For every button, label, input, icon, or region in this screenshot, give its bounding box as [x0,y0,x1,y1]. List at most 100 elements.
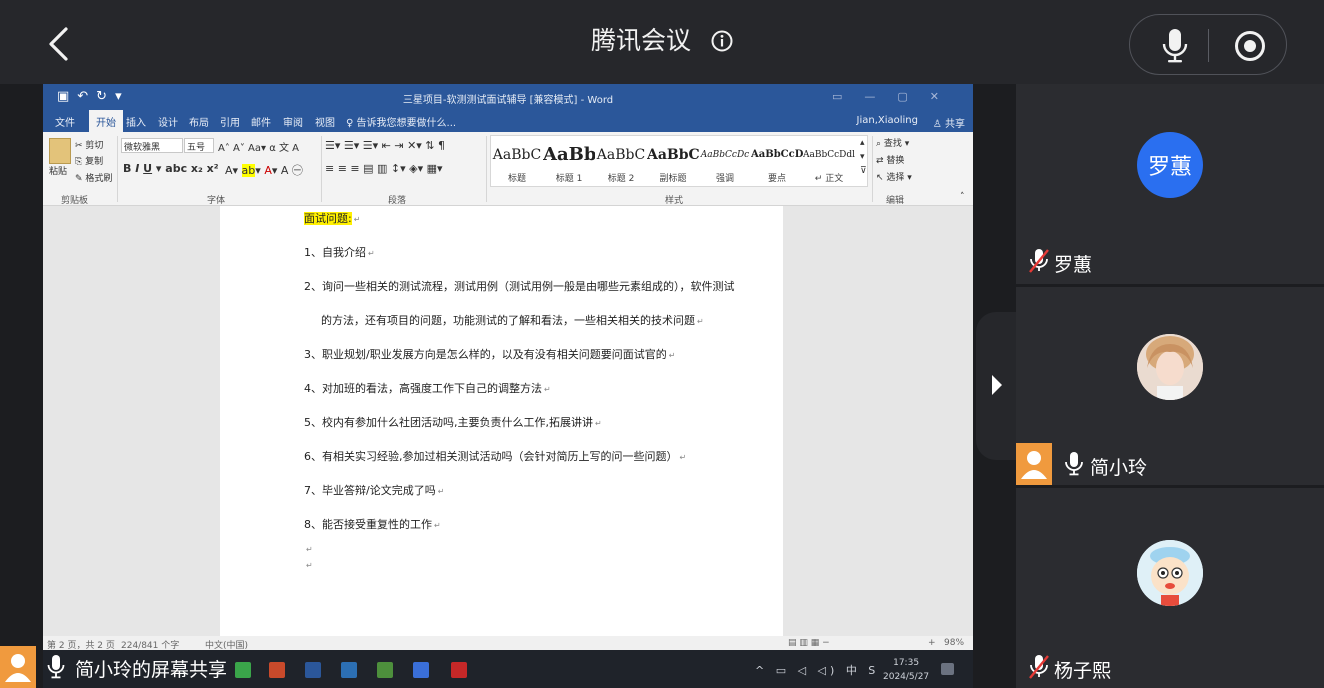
replace-button[interactable]: ⇄ 替换 [876,153,904,166]
panel-toggle[interactable] [976,312,1016,460]
microphone-icon [47,655,65,679]
font-size-grow-shrink-icons[interactable]: A˄ A˅ Aa▾ ⍺ 文 A [218,139,299,154]
shared-screen: ▣↶↻▾ 三星项目-软测测试面试辅导 [兼容模式] - Word ▭—▢✕ 文件… [43,84,973,650]
styles-group-label: 样式 [665,196,684,206]
font-size-select[interactable]: 五号 [184,138,214,153]
collapse-ribbon-icon[interactable]: ˄ [960,192,965,202]
tab-mailings[interactable]: 邮件 [251,114,271,129]
ribbon-tabs: 文件 开始 插入 设计 布局 引用 邮件 审阅 视图 ♀ 告诉我您想要做什么..… [43,110,973,132]
person-icon: ♙ [932,119,942,130]
person-icon [5,654,31,682]
find-button[interactable]: ⌕ 查找 ▾ [876,136,909,149]
paste-button[interactable]: 粘贴 [49,164,67,177]
paste-icon[interactable] [49,138,71,164]
bold-italic-underline-icons[interactable]: B I U ▾ abc x₂ x² [123,162,219,175]
doc-line: 5、校内有参加什么社团活动吗,主要负责什么工作,拓展讲讲 ↵ [304,416,602,429]
cut-button[interactable]: ✂ 剪切 [75,138,103,151]
screen-share-label: 简小玲的屏幕共享 [0,646,260,688]
participant-tile[interactable]: 罗蕙 罗蕙 [1016,84,1324,284]
doc-line: 1、自我介绍 ↵ [304,246,375,259]
editing-group-label: 编辑 [886,196,905,206]
style-title[interactable]: AaBbC 标题 [491,142,543,184]
style-normal[interactable]: AaBbCcDdl ↵ 正文 [803,142,855,184]
replace-icon: ⇄ [876,156,884,166]
select-button[interactable]: ↖ 选择 ▾ [876,170,912,183]
outlook-icon[interactable] [341,662,357,678]
list-icons[interactable]: ☰▾ ☰▾ ☰▾ ⇤ ⇥ ✕▾ ⇅ ¶ [325,139,445,152]
meeting-app-icon[interactable] [413,662,429,678]
powerpoint-icon[interactable] [269,662,285,678]
zoom-in[interactable]: + [928,638,936,648]
tab-references[interactable]: 引用 [220,114,240,129]
tell-me-text: 告诉我您想要做什么... [356,118,457,129]
empty-paragraph-mark: ↵ [306,545,313,554]
text-effects-icons[interactable]: A▾ ab▾ A▾ A ㊀ [225,162,303,178]
pill-divider [1208,29,1209,62]
audio-record-controls [1129,14,1287,75]
copy-button[interactable]: ⎘ 复制 [75,154,103,167]
participant-name: 罗蕙 [1054,254,1093,276]
system-tray-icons[interactable]: ^ ▭ ◁ ◁) 中 S [755,662,879,678]
empty-paragraph-mark: ↵ [306,561,313,570]
microphone-muted-icon [1029,655,1049,679]
participants-panel: 罗蕙 罗蕙 简小玲 杨子熙 [1016,84,1324,688]
share-button[interactable]: ♙ 共享 [933,115,965,130]
find-label: 查找 [883,139,902,149]
person-icon [1021,451,1047,479]
group-separator [872,136,873,202]
sharer-badge [0,646,36,688]
tab-file[interactable]: 文件 [55,114,75,129]
doc-line: 面试问题: ↵ [304,212,361,225]
doc-heading: 面试问题: [304,212,352,225]
style-name: 标题 [507,174,526,184]
window-controls[interactable]: ▭—▢✕ [832,90,961,103]
format-painter-button[interactable]: ✎ 格式刷 [75,171,112,184]
style-name: 要点 [767,174,786,184]
style-sample: AaBbCcDdl [803,150,855,160]
doc-line-text: 的方法，还有项目的问题，功能测试的了解和看法，一些相关相关的技术问题 [321,314,695,327]
view-icons[interactable]: ▤ ▥ ▦ − [788,638,830,648]
info-icon[interactable] [711,30,733,52]
copy-icon: ⎘ [75,157,83,167]
time: 17:35 [893,658,920,668]
tab-review[interactable]: 审阅 [283,114,303,129]
doc-line-text: 6、有相关实习经验,参加过相关测试活动吗（会针对简历上写的问一些问题） [304,450,678,463]
style-emphasis[interactable]: AaBbCcDc 强调 [699,142,751,184]
record-icon[interactable] [1234,30,1266,62]
meeting-title: 腾讯会议 [591,26,692,55]
tab-view[interactable]: 视图 [315,114,335,129]
tab-layout[interactable]: 布局 [189,114,209,129]
font-name-select[interactable]: 微软雅黑 [121,138,183,153]
style-heading1[interactable]: AaBb 标题 1 [543,142,595,184]
document-page[interactable]: 面试问题: ↵ 1、自我介绍 ↵ 2、询问一些相关的测试流程，测试用例（测试用例一般… [220,206,783,636]
user-name[interactable]: Jian,Xiaoling [857,115,919,126]
style-subtitle[interactable]: AaBbC 副标题 [647,142,699,184]
style-name: 标题 2 [607,174,635,184]
style-key-points[interactable]: AaBbCcD 要点 [751,142,803,184]
microphone-icon[interactable] [1160,27,1190,65]
style-heading2[interactable]: AaBbC 标题 2 [595,142,647,184]
search-icon: ⌕ [876,139,882,149]
tab-design[interactable]: 设计 [158,114,178,129]
microphone-icon [1065,452,1083,476]
tell-me-box[interactable]: ♀ 告诉我您想要做什么... [346,114,456,129]
tab-insert[interactable]: 插入 [126,114,146,129]
participant-tile[interactable]: 简小玲 [1016,287,1324,485]
cursor-icon: ↖ [876,173,884,183]
tab-home[interactable]: 开始 [89,110,123,132]
style-name: 副标题 [659,174,687,184]
styles-scroll-arrows[interactable]: ▴ ▾ ⊽ [860,136,867,178]
select-label: 选择 [886,173,905,183]
participant-tile[interactable]: 杨子熙 [1016,488,1324,688]
avatar [1137,334,1203,400]
alignment-icons[interactable]: ≡ ≡ ≡ ▤ ▥ ↕▾ ◈▾ ▦▾ [325,162,443,175]
word-icon[interactable] [305,662,321,678]
format-painter-label: 格式刷 [85,174,113,184]
notification-icon[interactable] [941,663,954,675]
app-icon[interactable] [377,662,393,678]
font-group-label: 字体 [207,196,226,206]
share-button-label: 共享 [945,119,965,130]
ime-indicator[interactable]: 中 [846,664,861,677]
pdf-reader-icon[interactable] [451,662,467,678]
doc-line-text: 1、自我介绍 [304,246,366,259]
